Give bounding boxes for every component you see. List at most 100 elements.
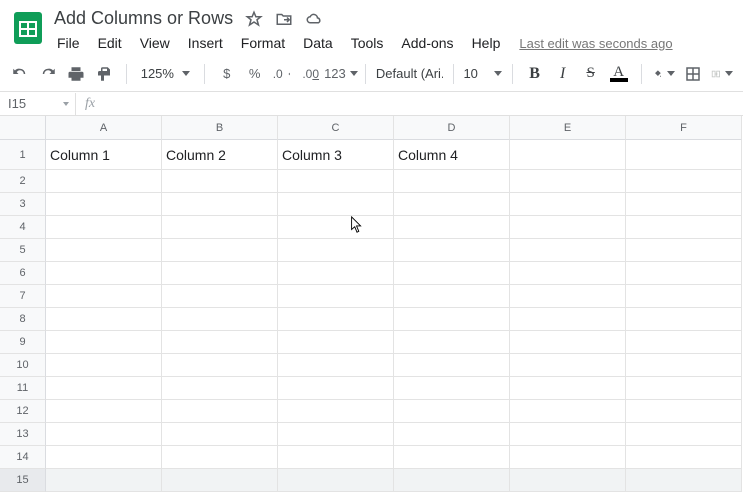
cell-C3[interactable] <box>278 193 394 216</box>
cell-D14[interactable] <box>394 446 510 469</box>
row-header-7[interactable]: 7 <box>0 285 46 308</box>
row-header-2[interactable]: 2 <box>0 170 46 193</box>
cell-C1[interactable]: Column 3 <box>278 140 394 170</box>
cloud-status-icon[interactable] <box>305 10 323 28</box>
cell-F5[interactable] <box>626 239 742 262</box>
row-header-13[interactable]: 13 <box>0 423 46 446</box>
cell-D12[interactable] <box>394 400 510 423</box>
cell-C15[interactable] <box>278 469 394 492</box>
row-header-1[interactable]: 1 <box>0 140 46 170</box>
cell-D11[interactable] <box>394 377 510 400</box>
row-header-4[interactable]: 4 <box>0 216 46 239</box>
cell-E5[interactable] <box>510 239 626 262</box>
cell-D3[interactable] <box>394 193 510 216</box>
cell-E9[interactable] <box>510 331 626 354</box>
cell-C2[interactable] <box>278 170 394 193</box>
cell-D10[interactable] <box>394 354 510 377</box>
col-header-E[interactable]: E <box>510 116 626 140</box>
cell-A8[interactable] <box>46 308 162 331</box>
cell-B10[interactable] <box>162 354 278 377</box>
cell-A12[interactable] <box>46 400 162 423</box>
cell-E14[interactable] <box>510 446 626 469</box>
cell-A9[interactable] <box>46 331 162 354</box>
paint-format-button[interactable] <box>92 61 116 87</box>
cell-A15[interactable] <box>46 469 162 492</box>
cell-A5[interactable] <box>46 239 162 262</box>
cell-F10[interactable] <box>626 354 742 377</box>
cell-F4[interactable] <box>626 216 742 239</box>
menu-format[interactable]: Format <box>234 33 292 53</box>
cell-D4[interactable] <box>394 216 510 239</box>
cell-B7[interactable] <box>162 285 278 308</box>
cell-F15[interactable] <box>626 469 742 492</box>
cell-E12[interactable] <box>510 400 626 423</box>
italic-button[interactable]: I <box>551 61 575 87</box>
cell-B14[interactable] <box>162 446 278 469</box>
cell-B8[interactable] <box>162 308 278 331</box>
formula-input[interactable] <box>104 93 743 115</box>
cell-A1[interactable]: Column 1 <box>46 140 162 170</box>
cell-B6[interactable] <box>162 262 278 285</box>
redo-button[interactable] <box>36 61 60 87</box>
cell-A10[interactable] <box>46 354 162 377</box>
fill-color-button[interactable] <box>651 61 677 87</box>
cell-F13[interactable] <box>626 423 742 446</box>
col-header-B[interactable]: B <box>162 116 278 140</box>
cell-C9[interactable] <box>278 331 394 354</box>
cell-C5[interactable] <box>278 239 394 262</box>
name-box[interactable]: I15 <box>0 93 76 115</box>
row-header-5[interactable]: 5 <box>0 239 46 262</box>
more-formats-button[interactable]: 123 <box>327 61 355 87</box>
sheets-logo-icon[interactable] <box>8 8 48 48</box>
cell-F8[interactable] <box>626 308 742 331</box>
cell-E11[interactable] <box>510 377 626 400</box>
cell-A6[interactable] <box>46 262 162 285</box>
cell-C4[interactable] <box>278 216 394 239</box>
cell-B2[interactable] <box>162 170 278 193</box>
cell-F14[interactable] <box>626 446 742 469</box>
cell-E2[interactable] <box>510 170 626 193</box>
cell-A7[interactable] <box>46 285 162 308</box>
document-title[interactable]: Add Columns or Rows <box>50 6 237 31</box>
move-icon[interactable] <box>275 10 293 28</box>
cell-F1[interactable] <box>626 140 742 170</box>
cell-E8[interactable] <box>510 308 626 331</box>
cell-D2[interactable] <box>394 170 510 193</box>
col-header-D[interactable]: D <box>394 116 510 140</box>
cell-B3[interactable] <box>162 193 278 216</box>
col-header-A[interactable]: A <box>46 116 162 140</box>
cell-C8[interactable] <box>278 308 394 331</box>
cell-B4[interactable] <box>162 216 278 239</box>
cell-B13[interactable] <box>162 423 278 446</box>
strikethrough-button[interactable]: S <box>579 61 603 87</box>
cell-E13[interactable] <box>510 423 626 446</box>
col-header-F[interactable]: F <box>626 116 742 140</box>
row-header-11[interactable]: 11 <box>0 377 46 400</box>
menu-help[interactable]: Help <box>465 33 508 53</box>
menu-view[interactable]: View <box>133 33 177 53</box>
cell-F6[interactable] <box>626 262 742 285</box>
cell-C12[interactable] <box>278 400 394 423</box>
cell-C7[interactable] <box>278 285 394 308</box>
row-header-3[interactable]: 3 <box>0 193 46 216</box>
menu-tools[interactable]: Tools <box>344 33 391 53</box>
cell-B12[interactable] <box>162 400 278 423</box>
cell-A4[interactable] <box>46 216 162 239</box>
menu-insert[interactable]: Insert <box>181 33 230 53</box>
text-color-button[interactable]: A <box>607 61 631 87</box>
cell-C10[interactable] <box>278 354 394 377</box>
cell-A14[interactable] <box>46 446 162 469</box>
cell-C6[interactable] <box>278 262 394 285</box>
menu-data[interactable]: Data <box>296 33 340 53</box>
select-all-corner[interactable] <box>0 116 46 140</box>
font-size-select[interactable]: 10 <box>463 66 501 81</box>
cell-B5[interactable] <box>162 239 278 262</box>
row-header-6[interactable]: 6 <box>0 262 46 285</box>
row-header-8[interactable]: 8 <box>0 308 46 331</box>
zoom-select[interactable]: 125% <box>137 66 194 81</box>
cell-F11[interactable] <box>626 377 742 400</box>
font-family-select[interactable]: Default (Ari... <box>376 66 443 81</box>
bold-button[interactable]: B <box>523 61 547 87</box>
increase-decimal-button[interactable]: .00 <box>299 61 323 87</box>
format-currency-button[interactable]: $ <box>215 61 239 87</box>
